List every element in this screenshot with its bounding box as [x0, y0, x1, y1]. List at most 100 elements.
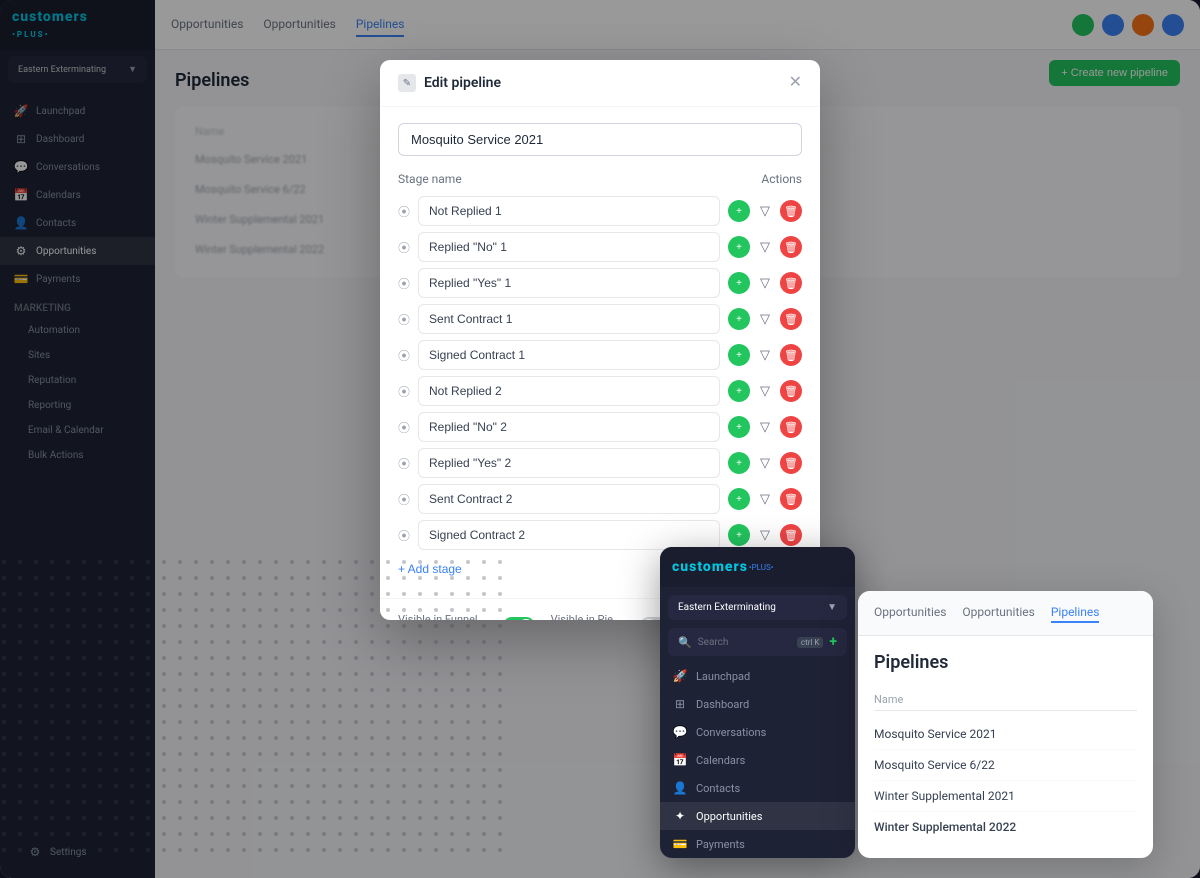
mc-tab-pipelines[interactable]: Pipelines [1051, 603, 1100, 623]
sc-calendars-icon: 📅 [672, 753, 688, 767]
stage-input-8[interactable] [418, 448, 720, 478]
stage-row-6: ⦿ + ▽ 🗑 [398, 376, 802, 406]
stage-delete-btn-10[interactable]: 🗑 [780, 524, 802, 546]
sc-search-add-icon: + [829, 634, 837, 650]
drag-handle-8[interactable]: ⦿ [398, 455, 410, 472]
sc-logo: customers •PLUS• [660, 547, 855, 587]
sc-opportunities-label: Opportunities [696, 810, 762, 823]
funnel-toggle[interactable] [503, 617, 534, 620]
stage-row-3: ⦿ + ▽ 🗑 [398, 268, 802, 298]
stage-delete-btn-9[interactable]: 🗑 [780, 488, 802, 510]
stage-row-2: ⦿ + ▽ 🗑 [398, 232, 802, 262]
stage-add-btn-5[interactable]: + [728, 344, 750, 366]
drag-handle-3[interactable]: ⦿ [398, 275, 410, 292]
drag-handle-6[interactable]: ⦿ [398, 383, 410, 400]
stage-add-btn-10[interactable]: + [728, 524, 750, 546]
stage-input-6[interactable] [418, 376, 720, 406]
stage-actions-8: + ▽ 🗑 [728, 452, 802, 474]
stage-row-1: ⦿ + ▽ 🗑 [398, 196, 802, 226]
edit-pipeline-modal: ✎ Edit pipeline ✕ Stage name Actions ⦿ +… [380, 60, 820, 620]
stage-input-3[interactable] [418, 268, 720, 298]
mc-page-title: Pipelines [874, 652, 1137, 673]
stage-filter-btn-2[interactable]: ▽ [754, 236, 776, 258]
pipeline-name-input[interactable] [398, 123, 802, 156]
stage-actions-1: + ▽ 🗑 [728, 200, 802, 222]
sc-nav-dashboard[interactable]: ⊞ Dashboard [660, 690, 855, 718]
pie-toggle-group: Visible in Pie chart [551, 613, 672, 620]
modal-close-button[interactable]: ✕ [789, 75, 802, 91]
sc-nav-contacts[interactable]: 👤 Contacts [660, 774, 855, 802]
sc-nav-calendars[interactable]: 📅 Calendars [660, 746, 855, 774]
sc-company-selector[interactable]: Eastern Exterminating ▼ [668, 595, 847, 620]
drag-handle-1[interactable]: ⦿ [398, 203, 410, 220]
sc-launchpad-icon: 🚀 [672, 669, 688, 683]
sc-calendars-label: Calendars [696, 754, 745, 767]
drag-handle-2[interactable]: ⦿ [398, 239, 410, 256]
sc-nav-conversations[interactable]: 💬 Conversations [660, 718, 855, 746]
stage-add-btn-6[interactable]: + [728, 380, 750, 402]
stage-add-btn-2[interactable]: + [728, 236, 750, 258]
modal-body: Stage name Actions ⦿ + ▽ 🗑 ⦿ + ▽ � [380, 107, 820, 598]
stage-filter-btn-7[interactable]: ▽ [754, 416, 776, 438]
stage-input-2[interactable] [418, 232, 720, 262]
stages-header: Stage name Actions [398, 172, 802, 186]
stage-add-btn-8[interactable]: + [728, 452, 750, 474]
stage-filter-btn-10[interactable]: ▽ [754, 524, 776, 546]
stage-input-9[interactable] [418, 484, 720, 514]
stage-delete-btn-7[interactable]: 🗑 [780, 416, 802, 438]
stage-add-btn-7[interactable]: + [728, 416, 750, 438]
mc-row-3: Winter Supplemental 2021 [874, 781, 1137, 812]
sc-opportunities-icon: ✦ [672, 809, 688, 823]
stage-add-btn-9[interactable]: + [728, 488, 750, 510]
stage-input-10[interactable] [418, 520, 720, 550]
stage-filter-btn-6[interactable]: ▽ [754, 380, 776, 402]
add-stage-button[interactable]: + Add stage [398, 556, 462, 582]
sc-nav-payments[interactable]: 💳 Payments [660, 830, 855, 858]
stage-filter-btn-8[interactable]: ▽ [754, 452, 776, 474]
stage-delete-btn-4[interactable]: 🗑 [780, 308, 802, 330]
sc-nav-opportunities[interactable]: ✦ Opportunities [660, 802, 855, 830]
modal-header: ✎ Edit pipeline ✕ [380, 60, 820, 107]
stage-delete-btn-1[interactable]: 🗑 [780, 200, 802, 222]
drag-handle-7[interactable]: ⦿ [398, 419, 410, 436]
stage-filter-btn-4[interactable]: ▽ [754, 308, 776, 330]
stage-delete-btn-8[interactable]: 🗑 [780, 452, 802, 474]
stage-delete-btn-3[interactable]: 🗑 [780, 272, 802, 294]
stage-filter-btn-5[interactable]: ▽ [754, 344, 776, 366]
stage-actions-5: + ▽ 🗑 [728, 344, 802, 366]
stage-add-btn-1[interactable]: + [728, 200, 750, 222]
stage-filter-btn-3[interactable]: ▽ [754, 272, 776, 294]
stage-delete-btn-5[interactable]: 🗑 [780, 344, 802, 366]
sc-conversations-label: Conversations [696, 726, 766, 739]
sc-nav-launchpad[interactable]: 🚀 Launchpad [660, 662, 855, 690]
stage-delete-btn-2[interactable]: 🗑 [780, 236, 802, 258]
stage-add-btn-4[interactable]: + [728, 308, 750, 330]
drag-handle-5[interactable]: ⦿ [398, 347, 410, 364]
sc-search-shortcut: ctrl K [797, 637, 823, 648]
stage-row-10: ⦿ + ▽ 🗑 [398, 520, 802, 550]
drag-handle-9[interactable]: ⦿ [398, 491, 410, 508]
sc-contacts-icon: 👤 [672, 781, 688, 795]
actions-label: Actions [761, 172, 802, 186]
sc-dashboard-label: Dashboard [696, 698, 749, 711]
sc-logo-text: customers [672, 559, 748, 575]
mc-tab-opportunities1[interactable]: Opportunities [874, 603, 946, 623]
stage-input-7[interactable] [418, 412, 720, 442]
sc-contacts-label: Contacts [696, 782, 740, 795]
stage-row-8: ⦿ + ▽ 🗑 [398, 448, 802, 478]
stage-filter-btn-1[interactable]: ▽ [754, 200, 776, 222]
stage-filter-btn-9[interactable]: ▽ [754, 488, 776, 510]
sc-search-bar[interactable]: 🔍 Search ctrl K + [668, 628, 847, 656]
stage-actions-7: + ▽ 🗑 [728, 416, 802, 438]
modal-title: Edit pipeline [424, 75, 501, 91]
stage-input-5[interactable] [418, 340, 720, 370]
stage-input-4[interactable] [418, 304, 720, 334]
mc-tab-opportunities2[interactable]: Opportunities [962, 603, 1034, 623]
stage-row-5: ⦿ + ▽ 🗑 [398, 340, 802, 370]
drag-handle-4[interactable]: ⦿ [398, 311, 410, 328]
stage-input-1[interactable] [418, 196, 720, 226]
stage-delete-btn-6[interactable]: 🗑 [780, 380, 802, 402]
stage-name-label: Stage name [398, 172, 462, 186]
drag-handle-10[interactable]: ⦿ [398, 527, 410, 544]
stage-add-btn-3[interactable]: + [728, 272, 750, 294]
